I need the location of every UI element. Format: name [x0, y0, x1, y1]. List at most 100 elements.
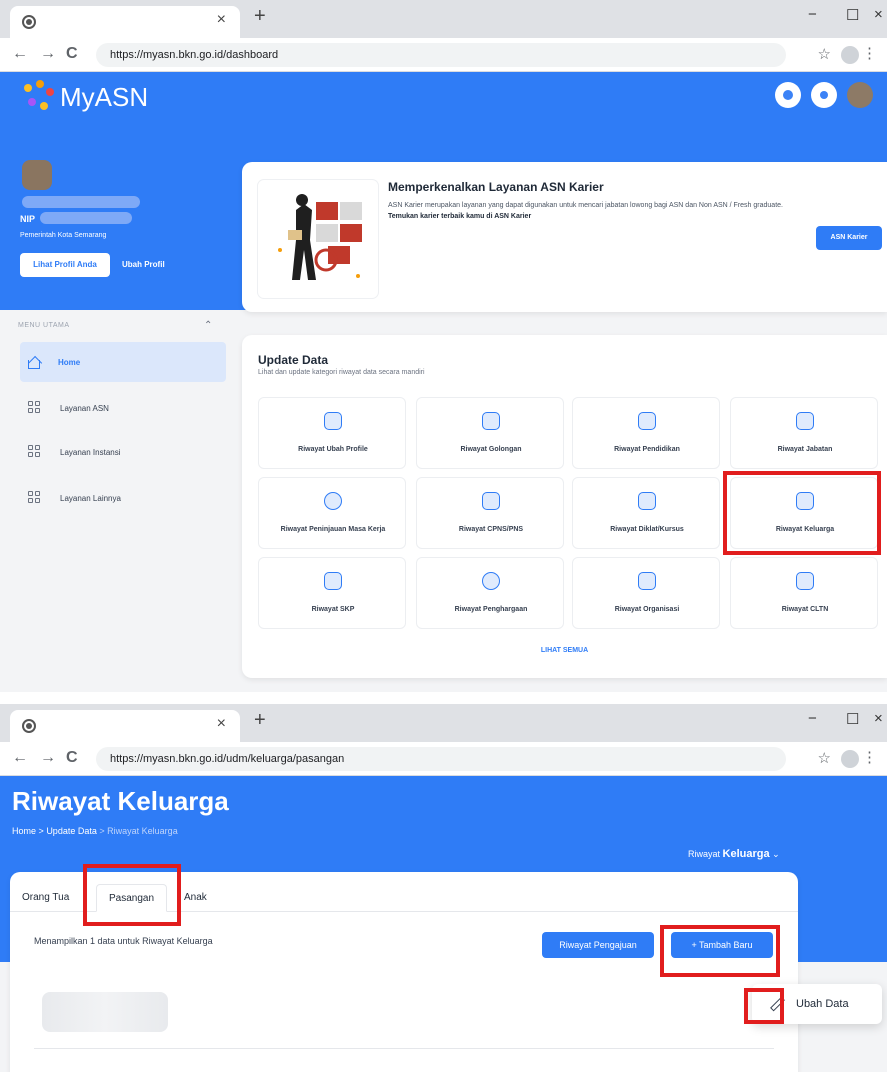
logo-text: MyASN [60, 81, 149, 112]
tile-riwayat-ubah-profile[interactable]: Riwayat Ubah Profile [258, 397, 406, 469]
bookmark-star-icon[interactable]: ☆ [818, 749, 831, 767]
user-card-icon [482, 492, 500, 510]
forward-icon[interactable]: → [40, 749, 56, 767]
back-icon[interactable]: ← [12, 749, 28, 767]
sidebar-item-label: Layanan Instansi [60, 447, 121, 457]
result-count: Menampilkan 1 data untuk Riwayat Keluarg… [34, 936, 213, 946]
home-icon [28, 359, 40, 369]
promo-description: ASN Karier merupakan layanan yang dapat … [388, 202, 783, 220]
breadcrumb-home[interactable]: Home [12, 826, 36, 836]
career-illustration [258, 180, 378, 298]
promo-card: Memperkenalkan Layanan ASN Karier ASN Ka… [242, 162, 887, 312]
see-all-link[interactable]: LIHAT SEMUA [242, 647, 887, 654]
redacted-name [22, 196, 140, 208]
profile-avatar [22, 160, 52, 190]
organization-icon [638, 572, 656, 590]
highlight-tab-pasangan [83, 864, 181, 926]
edit-profile-link[interactable]: Ubah Profil [122, 253, 165, 277]
tile-riwayat-peninjauan-masa-kerja[interactable]: Riwayat Peninjauan Masa Kerja [258, 477, 406, 549]
user-avatar[interactable] [847, 82, 873, 108]
forward-icon[interactable]: → [40, 45, 56, 63]
address-bar: ← → C https://myasn.bkn.go.id/dashboard … [0, 38, 887, 72]
tile-riwayat-golongan[interactable]: Riwayat Golongan [416, 397, 564, 469]
url-field[interactable]: https://myasn.bkn.go.id/dashboard [96, 43, 786, 67]
maximize-icon[interactable]: ☐ [846, 6, 859, 24]
graduation-cap-icon [638, 412, 656, 430]
sidebar-item-label: Layanan ASN [60, 403, 109, 413]
organization-name: Pemerintah Kota Semarang [20, 232, 107, 239]
reload-icon[interactable]: C [66, 45, 78, 63]
help-icon[interactable] [775, 82, 801, 108]
tab-anak[interactable]: Anak [184, 884, 207, 912]
logo-mark-icon [22, 80, 56, 114]
edit-data-menu-item[interactable]: Ubah Data [796, 998, 849, 1010]
minimize-icon[interactable]: − [808, 6, 817, 23]
favicon-icon [22, 719, 36, 733]
page-title: Riwayat Keluarga [12, 786, 229, 816]
tile-riwayat-cltn[interactable]: Riwayat CLTN [730, 557, 878, 629]
tile-riwayat-organisasi[interactable]: Riwayat Organisasi [572, 557, 720, 629]
window-close-icon[interactable]: × [874, 6, 883, 23]
notification-bell-icon[interactable] [811, 82, 837, 108]
tile-riwayat-skp[interactable]: Riwayat SKP [258, 557, 406, 629]
menu-header: MENU UTAMA [18, 322, 70, 329]
new-tab-icon[interactable]: + [254, 5, 266, 28]
nip-label: NIP [20, 214, 36, 224]
reload-icon[interactable]: C [66, 749, 78, 767]
sidebar-item-label: Layanan Lainnya [60, 493, 121, 503]
screenshot-dashboard: × + − ☐ × ← → C https://myasn.bkn.go.id/… [0, 0, 887, 692]
asn-karier-button[interactable]: ASN Karier [816, 226, 882, 250]
browser-tab[interactable]: × [10, 6, 240, 38]
profile-card: NIP Pemerintah Kota Semarang Lihat Profi… [8, 150, 226, 300]
minimize-icon[interactable]: − [808, 710, 817, 727]
sidebar-item-layanan-instansi[interactable]: Layanan Instansi [20, 432, 226, 472]
breadcrumb-current: Riwayat Keluarga [107, 826, 178, 836]
document-icon [482, 412, 500, 430]
award-icon [482, 572, 500, 590]
url-field[interactable]: https://myasn.bkn.go.id/udm/keluarga/pas… [96, 747, 786, 771]
sidebar-item-layanan-asn[interactable]: Layanan ASN [20, 388, 226, 428]
tile-riwayat-penghargaan[interactable]: Riwayat Penghargaan [416, 557, 564, 629]
browser-menu-icon[interactable]: ⋮ [862, 748, 877, 766]
sidebar-item-layanan-lainnya[interactable]: Layanan Lainnya [20, 478, 226, 518]
sidebar-item-label: Home [58, 357, 81, 367]
tab-close-icon[interactable]: × [217, 715, 226, 733]
new-tab-icon[interactable]: + [254, 709, 266, 732]
sidebar-item-home[interactable]: Home [20, 342, 226, 382]
browser-tab-strip: × + − ☐ × [0, 0, 887, 38]
badge-icon [796, 412, 814, 430]
screenshot-riwayat-keluarga: × + − ☐ × ← → C https://myasn.bkn.go.id/… [0, 704, 887, 1072]
back-icon[interactable]: ← [12, 45, 28, 63]
address-bar: ← → C https://myasn.bkn.go.id/udm/keluar… [0, 742, 887, 776]
update-subtitle: Lihat dan update kategori riwayat data s… [258, 369, 425, 376]
grid-icon [28, 445, 42, 459]
briefcase-icon [796, 572, 814, 590]
chevron-up-icon[interactable]: ⌃ [204, 320, 212, 331]
tab-close-icon[interactable]: × [217, 11, 226, 29]
tile-riwayat-pendidikan[interactable]: Riwayat Pendidikan [572, 397, 720, 469]
profile-icon [324, 412, 342, 430]
maximize-icon[interactable]: ☐ [846, 710, 859, 728]
grid-icon [28, 401, 42, 415]
view-profile-button[interactable]: Lihat Profil Anda [20, 253, 110, 277]
tile-riwayat-jabatan[interactable]: Riwayat Jabatan [730, 397, 878, 469]
row-divider [34, 1048, 774, 1049]
browser-profile-icon[interactable] [841, 46, 859, 64]
browser-tab-strip: × + − ☐ × [0, 704, 887, 742]
riwayat-pengajuan-button[interactable]: Riwayat Pengajuan [542, 932, 654, 958]
redacted-nip [40, 212, 132, 224]
myasn-logo[interactable]: MyASN [22, 80, 148, 114]
browser-menu-icon[interactable]: ⋮ [862, 44, 877, 62]
window-close-icon[interactable]: × [874, 710, 883, 727]
browser-tab[interactable]: × [10, 710, 240, 742]
riwayat-category-select[interactable]: Riwayat Keluarga ⌄ [688, 848, 780, 860]
breadcrumb-update-data[interactable]: Update Data [46, 826, 97, 836]
clock-icon [324, 492, 342, 510]
highlight-add-button [660, 925, 780, 977]
grid-icon [28, 491, 42, 505]
tile-riwayat-cpns-pns[interactable]: Riwayat CPNS/PNS [416, 477, 564, 549]
browser-profile-icon[interactable] [841, 750, 859, 768]
tile-riwayat-diklat-kursus[interactable]: Riwayat Diklat/Kursus [572, 477, 720, 549]
tab-orang-tua[interactable]: Orang Tua [22, 884, 69, 912]
bookmark-star-icon[interactable]: ☆ [818, 45, 831, 63]
